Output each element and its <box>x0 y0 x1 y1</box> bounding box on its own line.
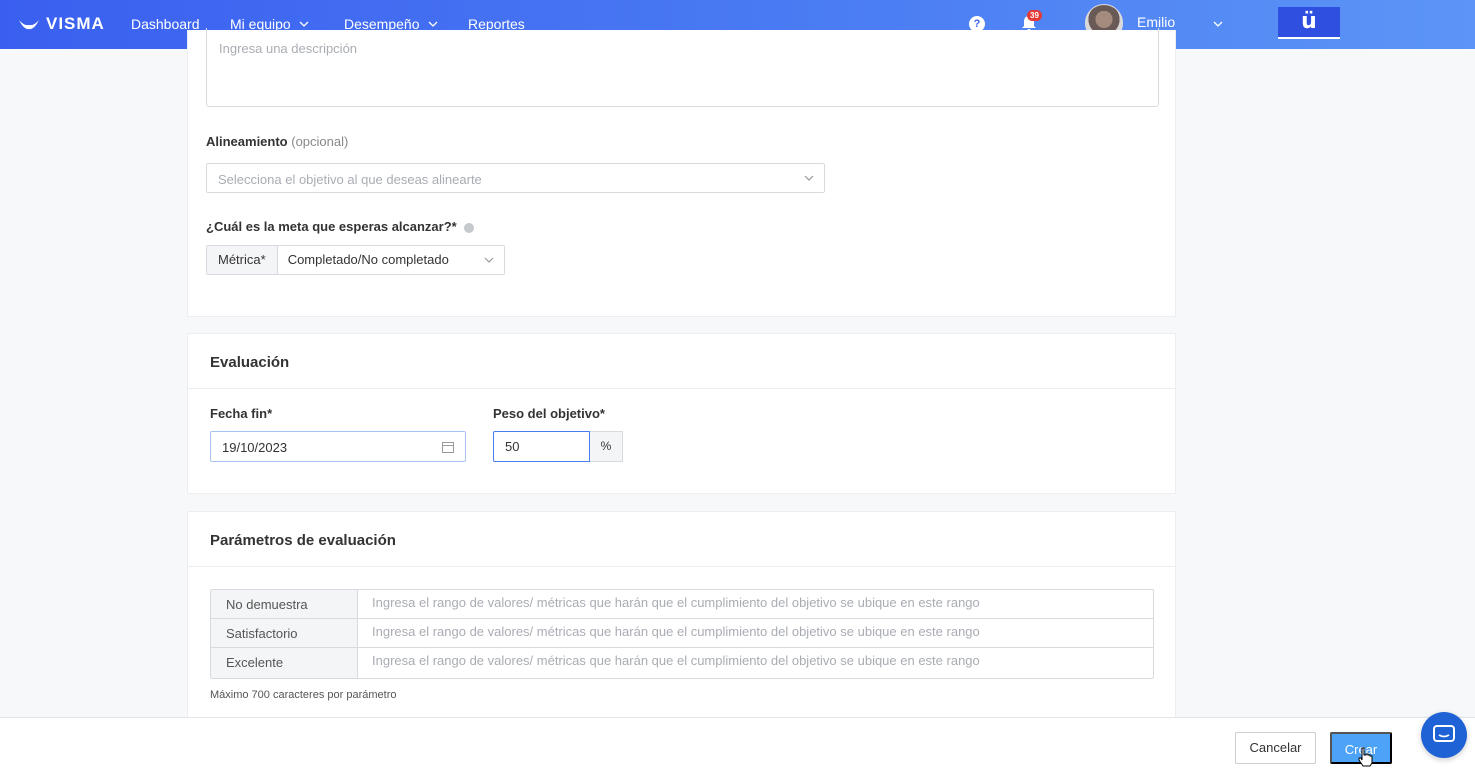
chat-icon <box>1433 725 1455 742</box>
parameters-card: Parámetros de evaluación No demuestra In… <box>187 511 1176 721</box>
alignment-placeholder: Selecciona el objetivo al que deseas ali… <box>218 172 482 187</box>
metric-addon-label: Métrica* <box>207 246 278 274</box>
description-placeholder: Ingresa una descripción <box>219 41 358 56</box>
parameters-table: No demuestra Ingresa el rango de valores… <box>210 589 1154 679</box>
table-row: Satisfactorio Ingresa el rango de valore… <box>211 619 1153 648</box>
parameter-input[interactable]: Ingresa el rango de valores/ métricas qu… <box>358 619 1153 647</box>
footer-actions: Cancelar Crear <box>0 717 1475 771</box>
app-switcher-button[interactable]: ü <box>1278 7 1340 39</box>
description-textarea[interactable]: Ingresa una descripción <box>206 28 1159 107</box>
percent-addon: % <box>590 431 623 462</box>
parameter-input[interactable]: Ingresa el rango de valores/ métricas qu… <box>358 590 1153 618</box>
goal-label: ¿Cuál es la meta que esperas alcanzar?* <box>206 219 475 234</box>
weight-input-group: 50 % <box>493 431 623 462</box>
divider <box>188 566 1175 567</box>
chevron-down-icon[interactable] <box>1213 19 1223 29</box>
metric-input-group: Métrica* Completado/No completado <box>206 245 505 275</box>
end-date-value: 19/10/2023 <box>222 440 288 455</box>
goal-label-text: ¿Cuál es la meta que esperas alcanzar?* <box>206 219 457 234</box>
chat-button[interactable] <box>1421 712 1467 758</box>
parameter-name: Excelente <box>211 648 358 678</box>
parameter-name: Satisfactorio <box>211 619 358 647</box>
table-row: No demuestra Ingresa el rango de valores… <box>211 590 1153 619</box>
evaluation-card: Evaluación Fecha fin* 19/10/2023 Peso de… <box>187 333 1176 494</box>
parameters-title: Parámetros de evaluación <box>210 532 396 549</box>
chevron-down-icon <box>484 257 494 263</box>
visma-logo[interactable]: VISMA <box>18 13 105 35</box>
divider <box>188 388 1175 389</box>
info-icon[interactable] <box>464 222 475 233</box>
visma-logo-icon <box>19 20 39 30</box>
evaluation-title: Evaluación <box>210 354 290 371</box>
weight-input[interactable]: 50 <box>493 431 590 462</box>
end-date-label: Fecha fin* <box>210 406 273 421</box>
table-row: Excelente Ingresa el rango de valores/ m… <box>211 648 1153 678</box>
weight-label: Peso del objetivo* <box>493 406 605 421</box>
metric-select-value: Completado/No completado <box>287 252 449 267</box>
parameter-name: No demuestra <box>211 590 358 618</box>
notification-badge: 39 <box>1027 10 1042 21</box>
hand-cursor-icon <box>1358 747 1373 767</box>
parameters-note: Máximo 700 caracteres por parámetro <box>210 689 397 701</box>
brand-name: VISMA <box>46 14 105 33</box>
alignment-label: Alineamiento (opcional) <box>206 134 348 149</box>
metric-select[interactable]: Completado/No completado <box>278 246 504 274</box>
chevron-down-icon <box>804 175 814 181</box>
calendar-icon[interactable] <box>442 441 454 453</box>
alignment-optional-text: (opcional) <box>291 134 349 149</box>
objective-details-card: Ingresa una descripción Alineamiento (op… <box>187 28 1176 317</box>
cancel-button[interactable]: Cancelar <box>1235 732 1316 764</box>
parameter-input[interactable]: Ingresa el rango de valores/ métricas qu… <box>358 648 1153 678</box>
alignment-label-text: Alineamiento <box>206 134 288 149</box>
alignment-select[interactable]: Selecciona el objetivo al que deseas ali… <box>206 163 825 193</box>
end-date-input[interactable]: 19/10/2023 <box>210 431 466 462</box>
